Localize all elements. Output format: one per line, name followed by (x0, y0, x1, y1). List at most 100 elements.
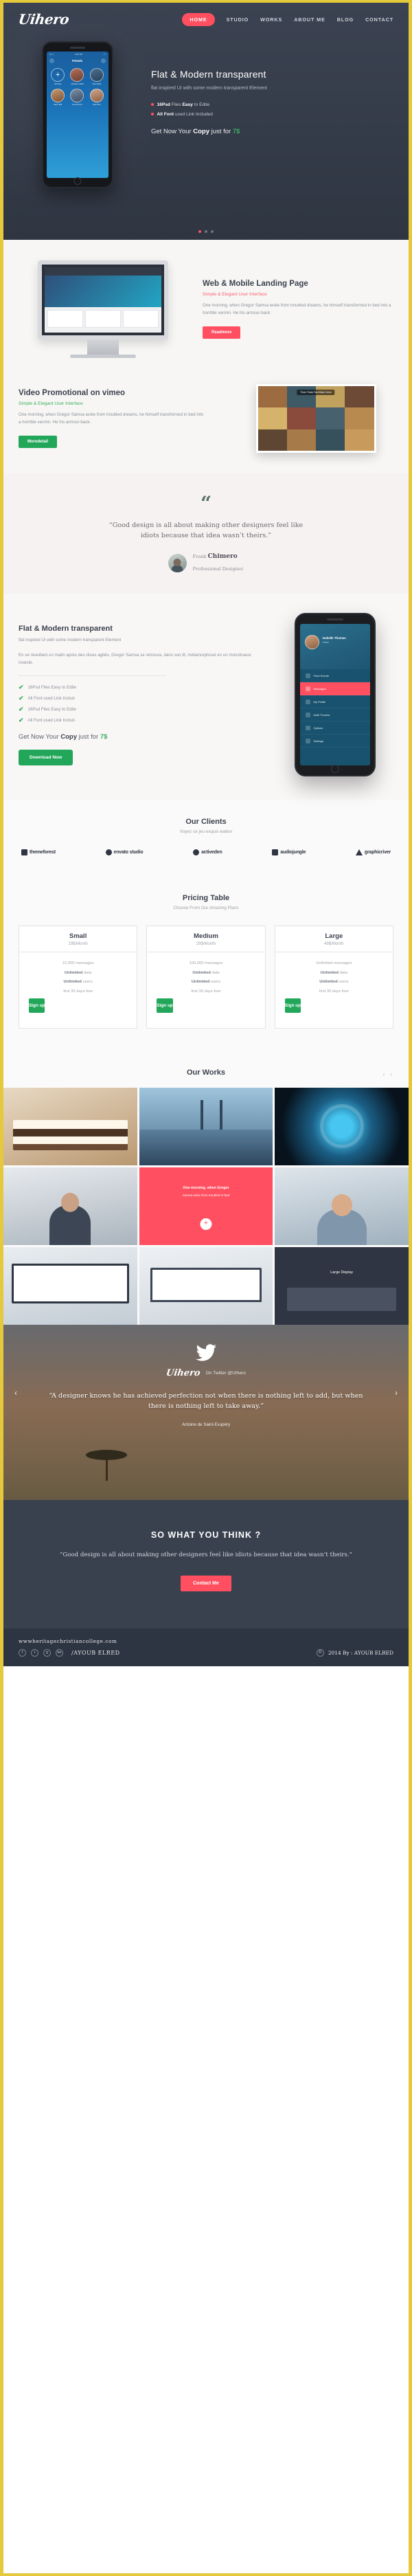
menu-label: Feed Events (313, 673, 329, 677)
site-logo[interactable]: Uihero (17, 11, 70, 27)
check-icon: ✔ (19, 694, 24, 702)
phone-menu-item[interactable]: Feed Events (299, 669, 370, 683)
phone-battery: ▭ (103, 53, 106, 56)
testimonial-section: “ “Good design is all about making other… (3, 473, 409, 594)
plan-signup-button[interactable]: Sign up (284, 998, 301, 1013)
download-now-button[interactable]: Download Now (19, 749, 73, 765)
phone-menu-item-active[interactable]: Messages (299, 682, 370, 696)
works-next-arrow[interactable]: › (390, 1071, 392, 1077)
facebook-icon[interactable]: f (19, 1648, 26, 1657)
slider-dot-2[interactable] (205, 230, 207, 233)
works-prev-arrow[interactable]: ‹ (383, 1071, 385, 1077)
phone-contact[interactable]: Emma Scott (69, 89, 85, 106)
client-logo-envato-studio[interactable]: envato studio (105, 849, 144, 856)
phone-user-avatar (304, 635, 319, 650)
client-logo-themeforest[interactable]: themeforest (21, 849, 56, 856)
work-tile-glasses-man[interactable] (275, 1167, 409, 1245)
work-tile-browser-mockup[interactable] (3, 1246, 137, 1325)
check-icon: ✔ (19, 705, 24, 713)
cta-pre: Get Now Your (151, 127, 194, 135)
twitter-icon[interactable]: t (31, 1648, 38, 1657)
works-grid: One morning, when Gregor Samsa woke from… (3, 1087, 409, 1325)
features-phone-mockup: Isabelle Thomas Online Feed Events Messa… (261, 613, 409, 777)
work-tile-bridge[interactable] (139, 1087, 273, 1165)
twitter-prev-arrow[interactable]: ‹ (14, 1388, 17, 1398)
nav-item-works[interactable]: WORKS (260, 16, 282, 23)
phone-menu-item[interactable]: Settings (299, 735, 370, 748)
nav-item-contact[interactable]: CONTACT (365, 16, 393, 23)
work-tile-lens[interactable] (275, 1087, 409, 1165)
twitter-next-arrow[interactable]: › (395, 1388, 398, 1398)
feature-check-item: ✔ All Font used Link Includ- (19, 695, 253, 702)
hero-subtitle: flat inspired UI with some modern transp… (151, 86, 267, 91)
envato-mark-icon (105, 849, 112, 856)
nav-item-about-me[interactable]: ABOUT ME (294, 16, 325, 23)
plan-card-medium: Medium 29$/Month 100,000 messages Unlimi… (146, 926, 266, 1029)
phone-contact[interactable]: Tyler Webb (89, 68, 104, 85)
features-copy: Flat & Modern transparent flat inspired … (3, 625, 261, 765)
check-icon: ✔ (19, 683, 24, 691)
clients-title: Our Clients (185, 818, 227, 827)
menu-icon (305, 699, 310, 704)
nav-item-blog[interactable]: BLOG (337, 16, 354, 23)
client-logo-label: graphicriver (364, 850, 391, 855)
client-logo-graphicriver[interactable]: graphicriver (355, 849, 391, 856)
client-logo-activeden[interactable]: activeden (193, 849, 222, 856)
nav-item-studio[interactable]: STUDIO (227, 16, 249, 23)
feature-label: 16Psd Files Easy to Edite (27, 706, 77, 712)
phone-contact-add[interactable]: + Add New (50, 68, 66, 85)
bullet-mid: Files (170, 102, 183, 107)
work-tile-cake[interactable] (3, 1087, 137, 1165)
phone-settings-icon[interactable] (100, 58, 106, 63)
moredetail-button[interactable]: Moredetail (19, 436, 58, 449)
features-body: En se réveillant un matin après des rêve… (19, 652, 251, 666)
client-logo-audiojungle[interactable]: audiojungle (272, 849, 306, 856)
work-tile-label: Large Display (330, 1270, 354, 1275)
clients-section: Our Clients Voyez ce jeu exquis wallon t… (3, 800, 409, 877)
work-tile-macbook-mockup[interactable] (139, 1246, 273, 1325)
plan-feature: first 30 days free (191, 989, 221, 994)
google-plus-icon[interactable]: g (43, 1648, 51, 1657)
phone-menu-item[interactable]: My Profile (299, 695, 370, 709)
phone-menu-item[interactable]: Multi Thumbs (299, 708, 370, 722)
contact-label: Jack Price (92, 104, 101, 106)
phone-contact[interactable]: Charlotte Collins (69, 68, 85, 85)
cta-mid: just for (209, 127, 233, 135)
nav-item-home[interactable]: HOME (182, 12, 215, 26)
plan-signup-button[interactable]: Sign up (29, 998, 45, 1013)
footer-copyright: © 2014 By : AYOUB ELRED (316, 1648, 393, 1657)
avatar (168, 554, 187, 573)
footer-url[interactable]: wwwheritagechristiancollege.com (19, 1638, 120, 1644)
plan-feature: Unlimited messages (316, 961, 352, 966)
slider-dot-1[interactable] (198, 230, 201, 233)
work-tile-red-overlay[interactable]: One morning, when Gregor Samsa woke from… (139, 1167, 273, 1245)
work-plus-icon[interactable]: + (200, 1218, 212, 1230)
video-thumbnail[interactable]: Three Times Fast Bloke Verse (223, 384, 409, 453)
work-tile-man-laptop[interactable] (3, 1167, 137, 1245)
hero-slider-dots[interactable] (3, 230, 409, 233)
contact-me-button[interactable]: Contact Me (181, 1575, 231, 1591)
plan-feature: Unlimited data (192, 970, 220, 975)
client-logo-label: themeforest (30, 850, 56, 855)
phone-contact-grid: + Add New Charlotte Collins Tyler Webb Aa… (47, 65, 108, 109)
video-lead: Simple & Elegant User Interface (19, 401, 83, 406)
cta-price: 7$ (232, 127, 240, 135)
behance-icon[interactable]: be (56, 1648, 63, 1657)
quote-mark-icon: “ (200, 492, 212, 515)
readmore-button[interactable]: Readmore (203, 326, 241, 339)
phone-menu-item[interactable]: Options (299, 721, 370, 735)
plan-signup-button[interactable]: Sign up (157, 998, 173, 1013)
feature-check-item: ✔ 16Psd Files Easy to Edite (19, 706, 253, 713)
twitter-handle[interactable]: On Twitter @UIhero (206, 1371, 246, 1376)
feature-label: 16Psd Files Easy to Edite (27, 684, 77, 690)
hero-section: Uihero HOME STUDIO WORKS ABOUT ME BLOG C… (3, 3, 409, 240)
work-tile-large-display[interactable]: Large Display (275, 1246, 409, 1325)
slider-dot-3[interactable] (211, 230, 214, 233)
phone-contact[interactable]: Jack Price (89, 89, 104, 106)
phone-contact[interactable]: Aaron Bell (50, 89, 66, 106)
phone-back-icon[interactable] (49, 58, 54, 63)
author-last-name: Chimero (207, 553, 238, 561)
plan-feature: first 30 days free (319, 989, 349, 994)
hero-bullet: 16Psd Files Easy to Edite (151, 102, 392, 107)
plan-feature-list: 10,000 messages Unlimited data Unlimited… (19, 952, 137, 1028)
